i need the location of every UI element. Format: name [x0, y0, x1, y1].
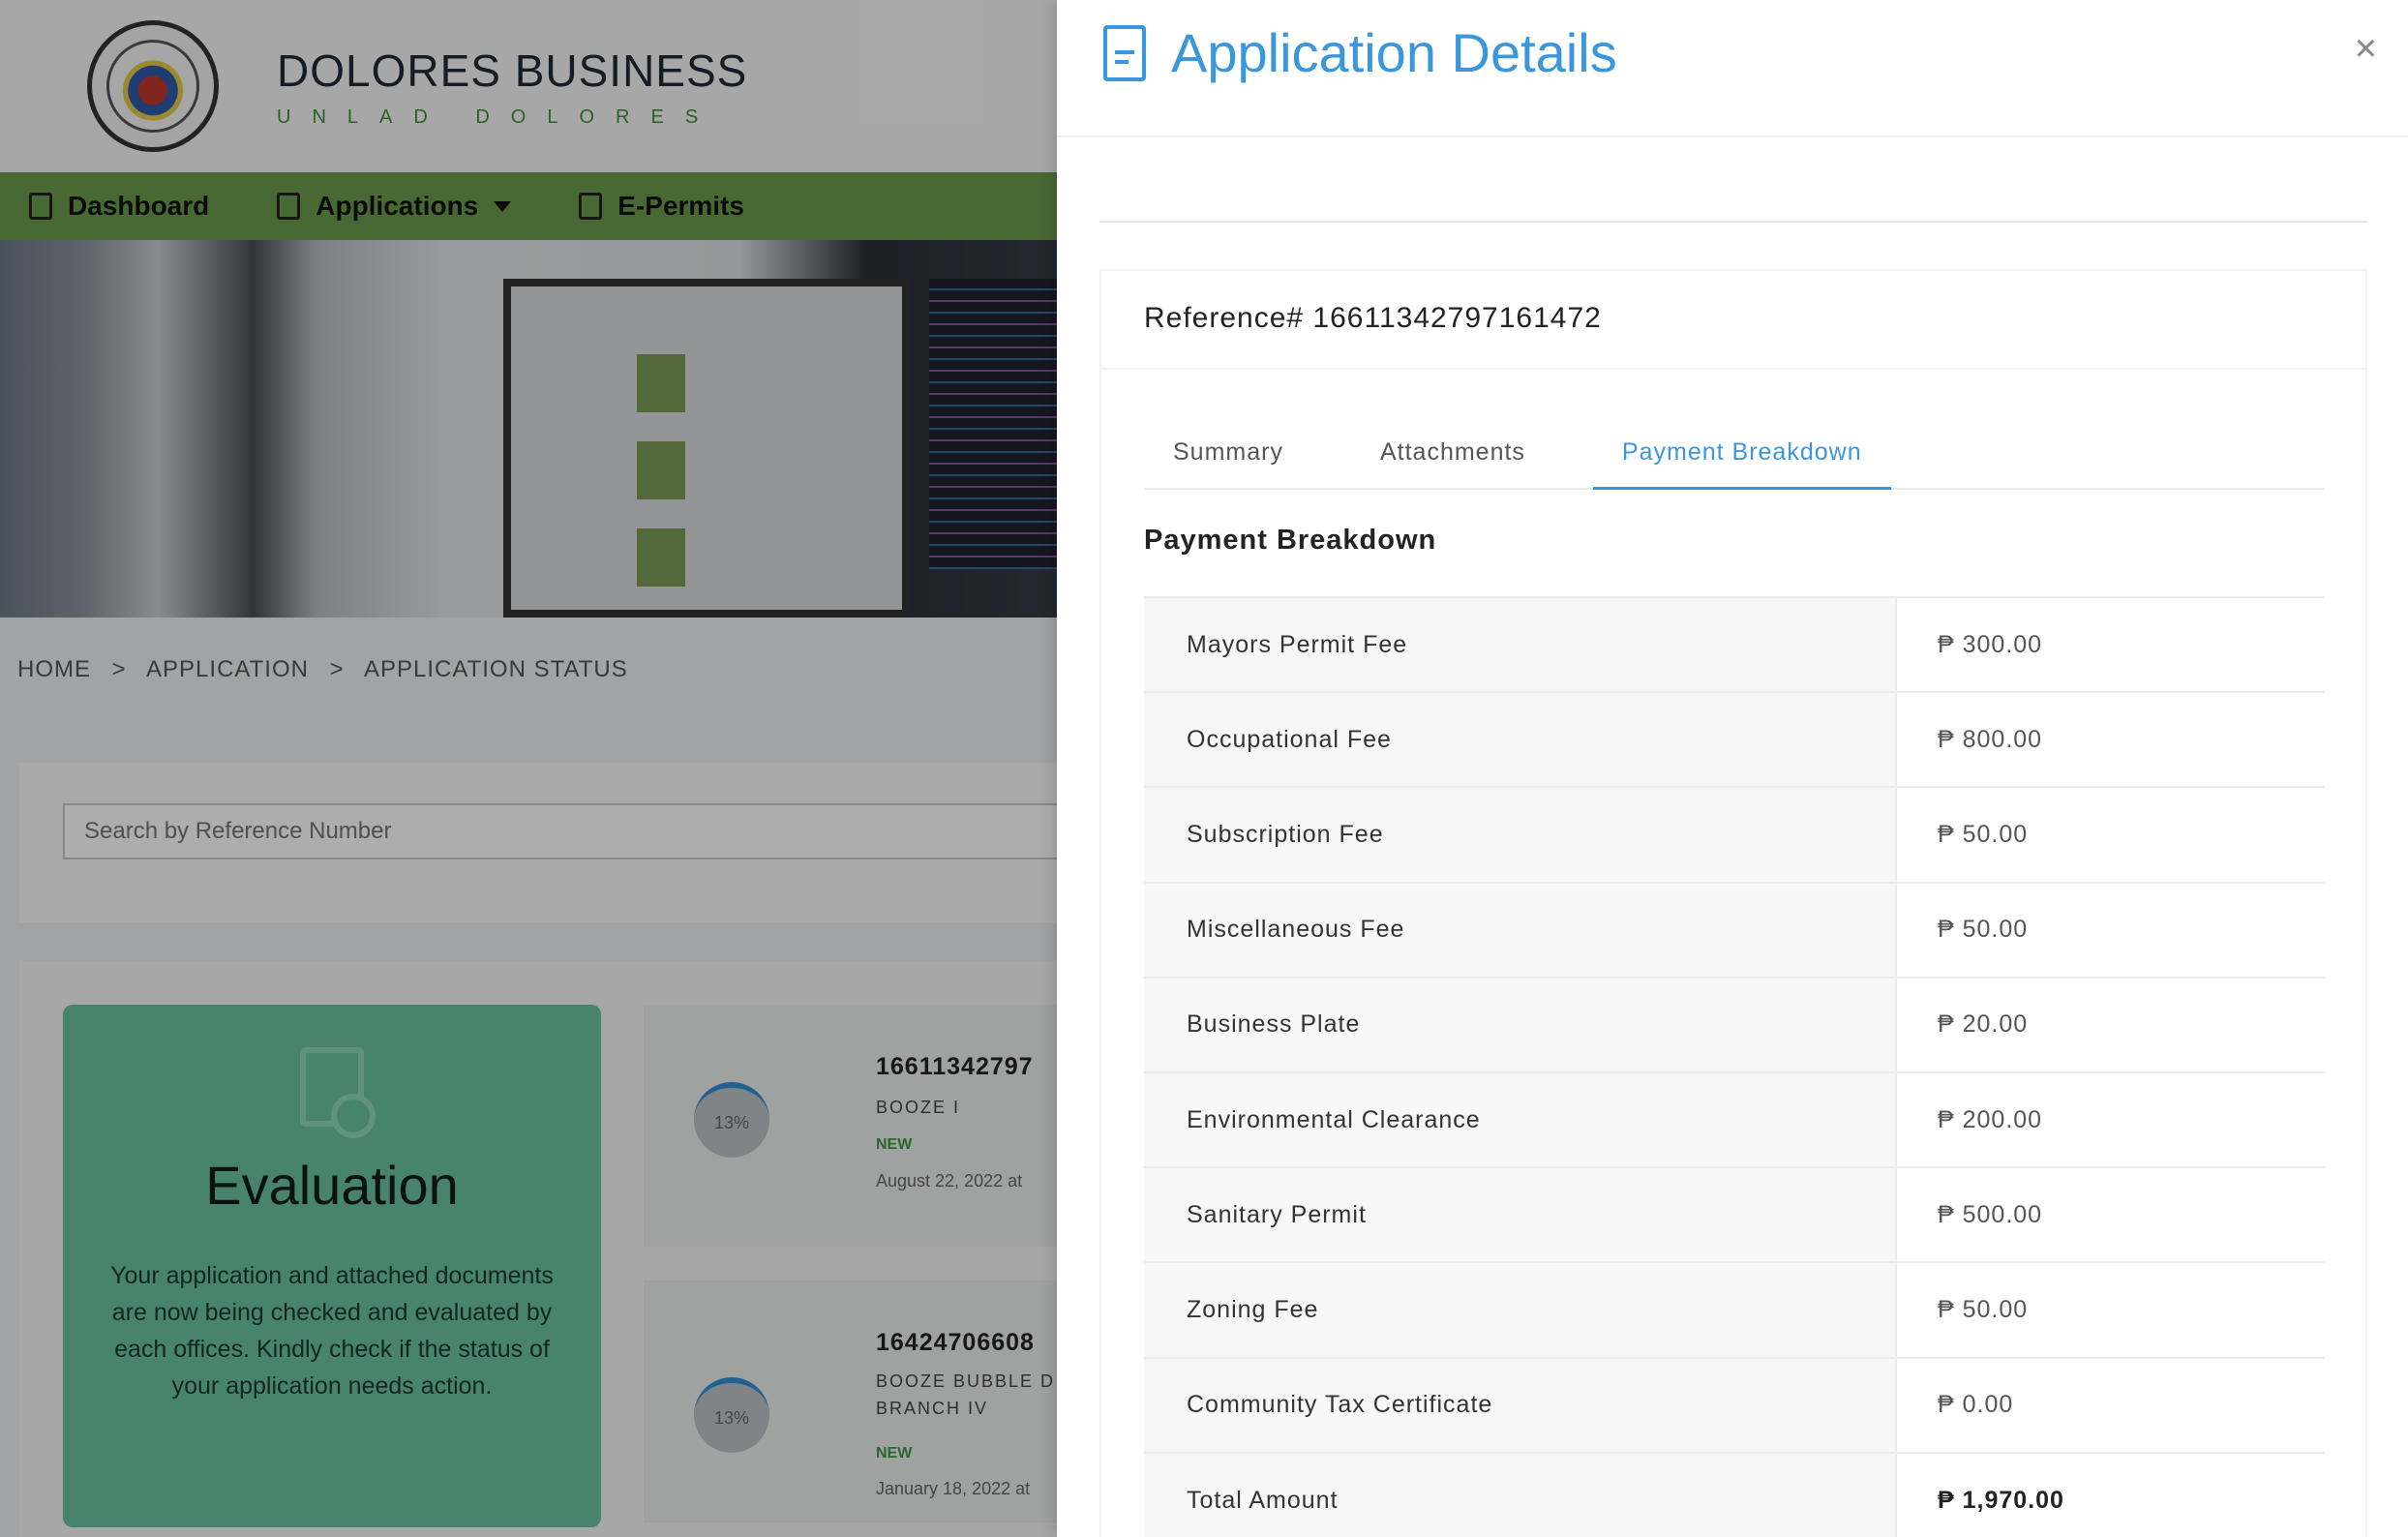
details-card: Reference# 16611342797161472 Summary Att… — [1099, 269, 2367, 1537]
fee-row: Miscellaneous Fee ₱ 50.00 — [1144, 882, 2325, 978]
fee-name: Total Amount — [1144, 1452, 1897, 1537]
fee-amount: ₱ 0.00 — [1938, 1391, 2014, 1419]
tab-attachments[interactable]: Attachments — [1351, 422, 1554, 490]
fee-amount: ₱ 300.00 — [1938, 630, 2043, 658]
fee-name: Sanitary Permit — [1144, 1167, 1897, 1263]
fee-name: Mayors Permit Fee — [1144, 597, 1897, 693]
fee-amount: ₱ 50.00 — [1938, 820, 2029, 848]
modal-title: Application Details — [1171, 22, 1617, 83]
fee-amount: ₱ 20.00 — [1938, 1010, 2029, 1039]
close-icon[interactable]: × — [2355, 27, 2377, 71]
fee-row: Subscription Fee ₱ 50.00 — [1144, 787, 2325, 883]
document-icon — [1103, 24, 1146, 81]
fee-row: Business Plate ₱ 20.00 — [1144, 977, 2325, 1072]
application-details-modal: Application Details × Reference# 1661134… — [1057, 0, 2408, 1537]
fee-amount: ₱ 50.00 — [1938, 916, 2029, 944]
fee-name: Zoning Fee — [1144, 1262, 1897, 1358]
fee-amount: ₱ 1,970.00 — [1938, 1486, 2064, 1514]
fee-name: Miscellaneous Fee — [1144, 882, 1897, 978]
tab-payment-breakdown[interactable]: Payment Breakdown — [1592, 422, 1891, 490]
fee-amount: ₱ 50.00 — [1938, 1295, 2029, 1323]
fee-row: Sanitary Permit ₱ 500.00 — [1144, 1167, 2325, 1263]
divider — [1099, 221, 2367, 223]
payment-breakdown-table: Mayors Permit Fee ₱ 300.00 Occupational Fe… — [1144, 596, 2325, 1537]
details-tabs: Summary Attachments Payment Breakdown — [1144, 422, 2325, 490]
fee-name: Subscription Fee — [1144, 787, 1897, 883]
fee-row: Environmental Clearance ₱ 200.00 — [1144, 1071, 2325, 1168]
fee-name: Environmental Clearance — [1144, 1071, 1897, 1168]
modal-header: Application Details × — [1057, 0, 2408, 137]
fee-amount: ₱ 200.00 — [1938, 1105, 2043, 1133]
fee-row: Occupational Fee ₱ 800.00 — [1144, 692, 2325, 788]
fee-amount: ₱ 500.00 — [1938, 1200, 2043, 1228]
reference-number: Reference# 16611342797161472 — [1101, 271, 2365, 370]
section-title: Payment Breakdown — [1144, 525, 1437, 556]
fee-amount: ₱ 800.00 — [1938, 725, 2043, 753]
fee-row: Mayors Permit Fee ₱ 300.00 — [1144, 597, 2325, 693]
tab-summary[interactable]: Summary — [1144, 422, 1312, 490]
modal-backdrop[interactable] — [0, 0, 1057, 1537]
fee-row: Community Tax Certificate ₱ 0.00 — [1144, 1357, 2325, 1453]
fee-name: Occupational Fee — [1144, 692, 1897, 788]
total-row: Total Amount ₱ 1,970.00 — [1144, 1452, 2325, 1537]
fee-name: Business Plate — [1144, 977, 1897, 1072]
fee-name: Community Tax Certificate — [1144, 1357, 1897, 1453]
fee-row: Zoning Fee ₱ 50.00 — [1144, 1262, 2325, 1358]
